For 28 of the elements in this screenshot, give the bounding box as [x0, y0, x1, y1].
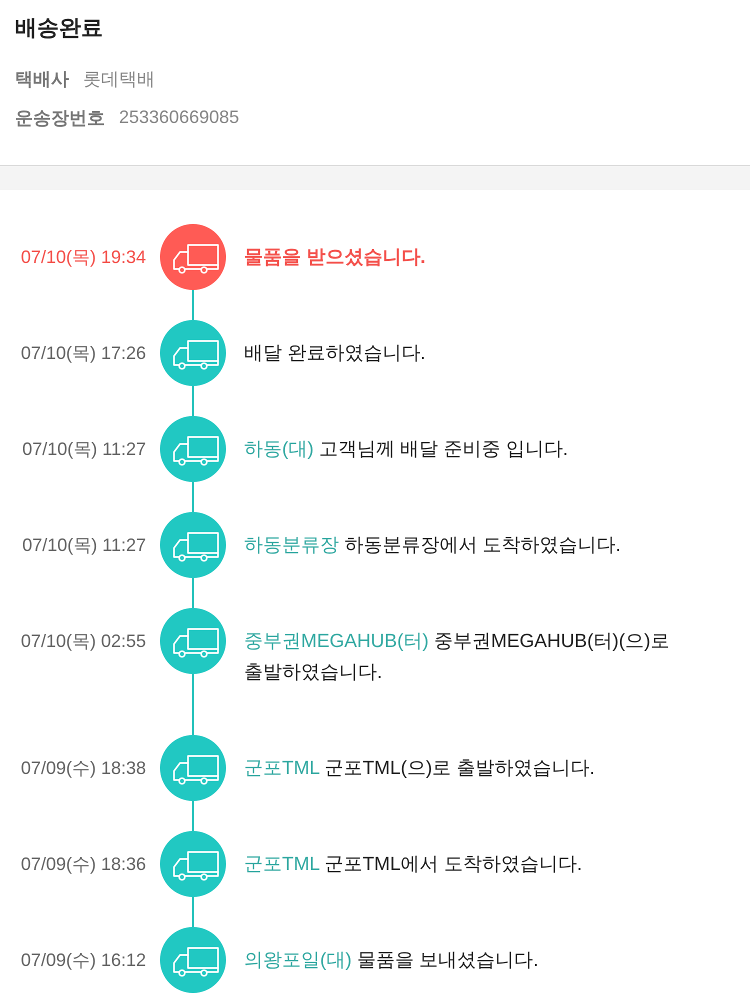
event-description: 중부권MEGAHUB(터) 중부권MEGAHUB(터)(으)로 출발하였습니다.: [244, 630, 670, 684]
detail-label: 운송장번호: [15, 106, 105, 130]
detail-value: 253360669085: [119, 107, 240, 128]
event-description: 군포TML 군포TML에서 도착하였습니다.: [244, 852, 584, 876]
event-time: 07/09(수) 18:38: [20, 757, 146, 780]
timeline-connector: [192, 386, 194, 416]
event-time: 07/10(목) 11:27: [22, 438, 146, 461]
timeline-connector: [192, 801, 194, 831]
timeline-connector: [192, 578, 194, 608]
timeline-connector: [192, 482, 194, 512]
event-time: 07/10(목) 02:55: [20, 630, 146, 653]
event-description: 군포TML 군포TML(으)로 출발하였습니다.: [244, 756, 596, 780]
event-time: 07/09(수) 16:12: [20, 949, 146, 972]
event-description: 배달 완료하였습니다.: [244, 342, 427, 366]
event-time: 07/10(목) 19:34: [20, 246, 146, 269]
event-description: 물품을 받으셨습니다.: [244, 246, 427, 270]
event-description: 하동분류장 하동분류장에서 도착하였습니다.: [244, 534, 622, 558]
timeline-connector: [192, 290, 194, 320]
event-description: 하동(대) 고객님께 배달 준비중 입니다.: [244, 438, 570, 462]
event-description: 의왕포일(대) 물품을 보내셨습니다.: [244, 948, 540, 972]
event-time: 07/09(수) 18:36: [20, 853, 146, 876]
event-time: 07/10(목) 11:27: [22, 534, 146, 557]
timeline-connector: [192, 674, 194, 735]
timeline-connector: [192, 897, 194, 927]
status-title: 배송완료: [15, 14, 104, 42]
detail-value: 롯데택배: [83, 68, 155, 90]
detail-label: 택배사: [15, 68, 69, 90]
event-time: 07/10(목) 17:26: [20, 342, 146, 365]
